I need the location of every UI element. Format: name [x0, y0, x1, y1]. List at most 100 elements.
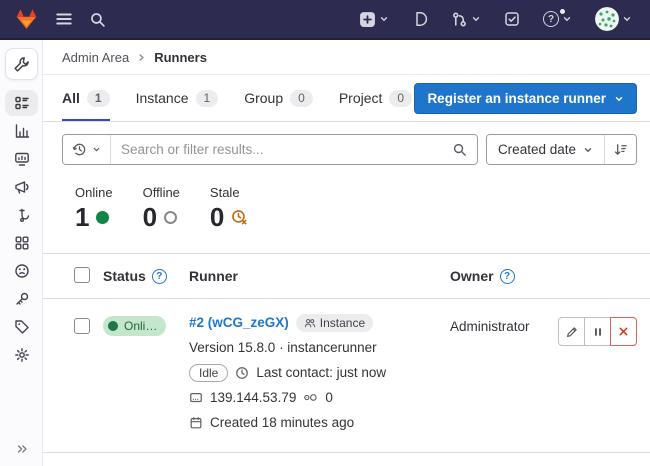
people-icon [304, 317, 316, 329]
help-button[interactable]: ? [539, 7, 576, 31]
hook-icon [14, 207, 30, 223]
filtered-search [62, 134, 478, 165]
breadcrumb-current: Runners [154, 50, 207, 65]
pause-icon [592, 326, 604, 338]
runner-row: Onli… #2 (wCG_zeGX) Instance Version 15.… [43, 299, 650, 453]
stat-offline: Offline 0 [143, 185, 180, 231]
tab-all-count-badge: 1 [87, 90, 110, 107]
edit-runner-button[interactable] [558, 317, 585, 346]
last-contact: Last contact: just now [256, 365, 386, 380]
user-menu-button[interactable] [591, 3, 636, 35]
breadcrumb: Admin Area Runners [43, 40, 650, 75]
sidebar-expand-button[interactable] [0, 442, 43, 456]
tab-project-count-badge: 0 [389, 90, 412, 107]
search-button[interactable] [85, 7, 110, 32]
double-chevron-right-icon [15, 442, 29, 456]
tab-group-count-badge: 0 [290, 90, 313, 107]
search-submit-button[interactable] [442, 135, 477, 164]
issues-button[interactable] [408, 7, 432, 31]
gitlab-logo-icon[interactable] [14, 7, 39, 31]
column-header-owner: Owner [450, 268, 494, 284]
owner-link[interactable]: Administrator [450, 319, 530, 334]
chevron-down-icon [583, 145, 593, 155]
bar-chart-icon [14, 123, 30, 139]
status-help-icon[interactable]: ? [152, 269, 167, 284]
runner-link[interactable]: #2 (wCG_zeGX) [189, 315, 289, 330]
overview-icon [14, 95, 30, 111]
runner-actions [551, 313, 637, 438]
avatar [595, 7, 619, 31]
monitor-icon [189, 391, 203, 405]
sidebar-item-analytics[interactable] [5, 118, 38, 144]
sidebar-item-settings[interactable] [5, 342, 38, 368]
sidebar-item-monitoring[interactable] [5, 146, 38, 172]
chevron-down-icon [614, 94, 624, 104]
sidebar-item-system-hooks[interactable] [5, 202, 38, 228]
merge-request-icon [451, 11, 468, 28]
top-bar: ? [0, 0, 650, 40]
stat-stale: Stale 0 [210, 185, 248, 231]
tab-all[interactable]: All 1 [62, 75, 110, 121]
new-menu-button[interactable] [355, 7, 393, 32]
column-header-runner: Runner [189, 268, 238, 284]
column-header-status: Status [103, 268, 146, 284]
delete-runner-button[interactable] [610, 317, 637, 346]
grid-icon [14, 235, 30, 251]
pencil-icon [565, 325, 579, 339]
stale-status-icon [231, 209, 248, 226]
search-icon [452, 142, 467, 157]
sidebar-item-applications[interactable] [5, 230, 38, 256]
search-input[interactable] [111, 142, 442, 157]
jobs-icon [303, 391, 318, 404]
runner-stats: Online 1 Offline 0 Stale 0 [43, 165, 650, 231]
hamburger-icon [55, 10, 73, 28]
owner-help-icon[interactable]: ? [500, 269, 515, 284]
key-icon [14, 291, 30, 307]
sidebar-item-deploy-keys[interactable] [5, 286, 38, 312]
sidebar-item-messages[interactable] [5, 174, 38, 200]
wrench-icon [13, 56, 30, 73]
main-content: Admin Area Runners All 1 Instance 1 Grou… [43, 40, 650, 466]
plus-square-icon [359, 11, 376, 28]
chevron-down-icon [92, 145, 101, 154]
sidebar-item-abuse-reports[interactable] [5, 258, 38, 284]
megaphone-icon [14, 179, 30, 195]
jobs-count: 0 [325, 390, 333, 405]
register-instance-runner-button[interactable]: Register an instance runner [414, 83, 637, 114]
search-history-button[interactable] [63, 135, 111, 164]
sidebar-item-admin-area[interactable] [5, 48, 38, 80]
clock-icon [235, 366, 249, 380]
admin-sidebar [0, 40, 43, 466]
runner-type-badge: Instance [296, 314, 373, 332]
sort-direction-button[interactable] [604, 135, 636, 164]
sidebar-item-overview[interactable] [5, 90, 38, 116]
filter-bar: Created date [62, 134, 637, 165]
pause-runner-button[interactable] [584, 317, 611, 346]
chevron-down-icon [379, 14, 389, 24]
breadcrumb-admin-area-link[interactable]: Admin Area [62, 50, 129, 65]
merge-requests-button[interactable] [447, 7, 485, 32]
notification-dot-icon [559, 8, 566, 15]
select-all-checkbox[interactable] [74, 267, 90, 283]
tab-project[interactable]: Project 0 [339, 75, 412, 121]
monitor-icon [14, 151, 30, 167]
tab-instance[interactable]: Instance 1 [136, 75, 219, 121]
stat-online: Online 1 [75, 185, 113, 231]
calendar-icon [189, 416, 203, 430]
tab-instance-count-badge: 1 [196, 90, 219, 107]
runner-summary-cell: #2 (wCG_zeGX) Instance Version 15.8.0 · … [189, 313, 450, 438]
todos-button[interactable] [500, 7, 524, 31]
tab-group[interactable]: Group 0 [244, 75, 313, 121]
sidebar-item-labels[interactable] [5, 314, 38, 340]
sort-control: Created date [486, 134, 637, 165]
help-icon: ? [543, 11, 559, 27]
x-icon [617, 325, 630, 338]
status-badge: Onli… [103, 316, 166, 336]
menu-button[interactable] [51, 6, 77, 32]
tag-icon [14, 319, 30, 335]
issues-icon [412, 11, 428, 27]
todo-icon [504, 11, 520, 27]
row-checkbox[interactable] [74, 318, 90, 334]
chevron-down-icon [471, 14, 481, 24]
sort-by-dropdown[interactable]: Created date [487, 135, 604, 164]
